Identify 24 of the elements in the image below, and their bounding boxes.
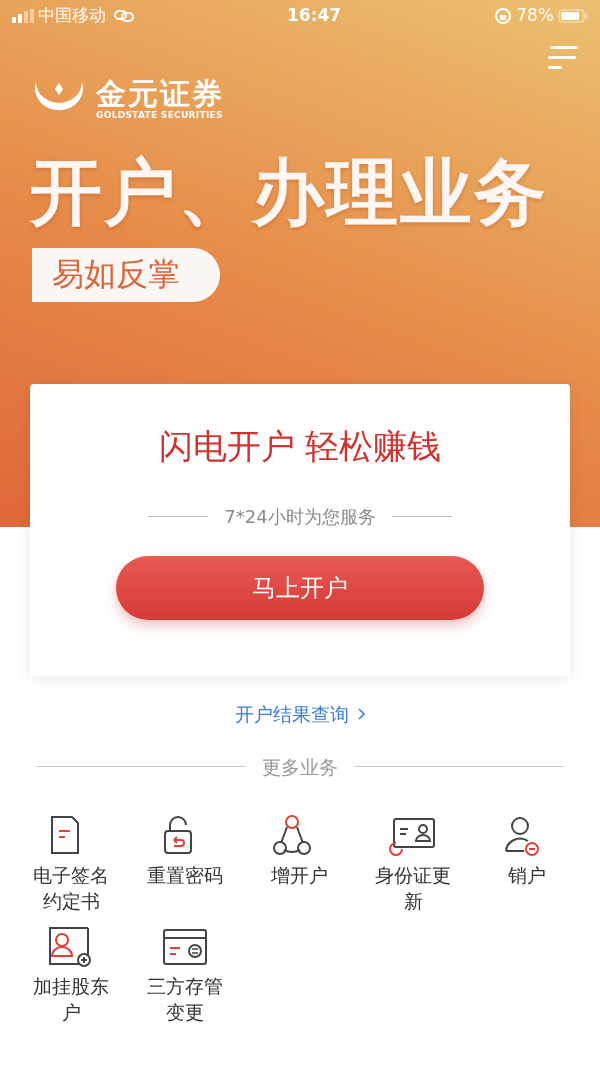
service-label[interactable]: 增开户	[242, 863, 356, 889]
card-title: 闪电开户 轻松赚钱	[157, 426, 443, 467]
service-hours-text: 7*24小时为您服务	[224, 504, 376, 529]
rotation-lock-icon	[494, 7, 513, 25]
service-label[interactable]: 重置密码	[128, 863, 242, 889]
result-query-link[interactable]: 开户结果查询	[234, 700, 366, 729]
clock-time: 16:47	[287, 4, 342, 28]
tagline-banner: 易如反掌	[32, 248, 220, 302]
service-label[interactable]: 三方存管变更	[128, 974, 242, 1026]
signal-icon	[12, 9, 34, 23]
link-icon	[114, 10, 134, 22]
section-title: 更多业务	[262, 754, 338, 780]
service-label[interactable]: 销户	[470, 863, 584, 889]
brand-subtitle: GOLDSTATE SECURITIES	[96, 109, 224, 123]
battery-icon	[558, 9, 588, 23]
battery-percent: 78%	[516, 4, 554, 28]
headline: 开户、办理业务	[29, 156, 549, 228]
open-account-button[interactable]: 马上开户	[116, 555, 484, 620]
service-label[interactable]: 身份证更新	[356, 863, 470, 915]
chevron-icon	[356, 707, 366, 722]
service-label[interactable]: 电子签名约定书	[14, 863, 128, 915]
service-label[interactable]: 加挂股东户	[14, 974, 128, 1026]
carrier-name: 中国移动	[38, 4, 106, 28]
brand-name: 金元证券	[96, 79, 224, 110]
